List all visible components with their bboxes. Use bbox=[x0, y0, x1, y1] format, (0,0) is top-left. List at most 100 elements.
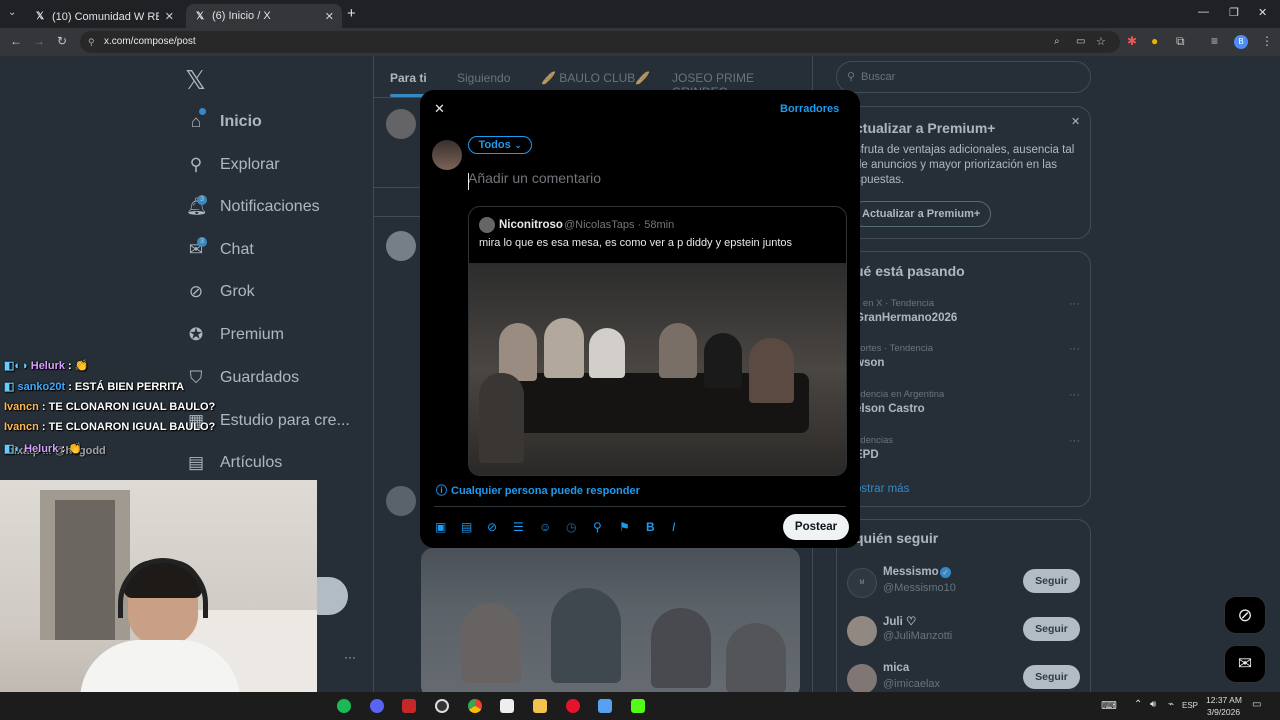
url-text: x.com/compose/post bbox=[104, 36, 196, 47]
headphones bbox=[118, 558, 208, 618]
browser-toolbar: ← → ↻ ⚲ x.com/compose/post ⌕ ▭ ☆ ✱ ● ⧉ ≡… bbox=[0, 28, 1280, 56]
spotify-icon[interactable] bbox=[337, 699, 351, 713]
profile-avatar[interactable]: B bbox=[1234, 35, 1248, 49]
chat-user: Ivancn bbox=[4, 401, 39, 413]
extension-icon[interactable]: ✱ bbox=[1127, 34, 1137, 48]
tab-search-icon[interactable]: ⌄ bbox=[8, 7, 16, 18]
bookmark-star-icon[interactable]: ☆ bbox=[1096, 31, 1106, 53]
notification-center-icon[interactable]: ▭ bbox=[1252, 699, 1261, 710]
new-tab-button[interactable]: + bbox=[347, 5, 356, 22]
compose-modal: ✕ Borradores Todos ⌄ Añadir un comentari… bbox=[420, 90, 860, 548]
webcam-overlay bbox=[0, 480, 317, 720]
person-figure bbox=[659, 323, 697, 378]
chat-user: Ivancn bbox=[4, 421, 39, 433]
app-icon[interactable] bbox=[598, 699, 612, 713]
location-icon[interactable]: ⚲ bbox=[593, 520, 602, 534]
person-figure bbox=[704, 333, 742, 388]
restore-icon[interactable]: ❐ bbox=[1229, 6, 1239, 19]
flag-icon[interactable]: ⚑ bbox=[619, 520, 630, 534]
keyboard-icon[interactable]: ⌨ bbox=[1101, 699, 1117, 712]
browser-tab-bar: ⌄ 𝕏 (10) Comunidad W REALS 🔥 / ✕ 𝕏 (6) I… bbox=[0, 0, 1280, 28]
audience-label: Todos bbox=[478, 139, 511, 151]
italic-icon[interactable]: I bbox=[672, 520, 675, 534]
person-figure bbox=[589, 328, 625, 378]
chrome-icon[interactable] bbox=[468, 699, 482, 713]
site-info-icon[interactable]: ⚲ bbox=[88, 31, 95, 53]
avatar[interactable] bbox=[432, 140, 462, 170]
close-window-icon[interactable]: ✕ bbox=[1258, 6, 1267, 19]
comment-input[interactable]: Añadir un comentario bbox=[468, 170, 838, 194]
forward-icon[interactable]: → bbox=[33, 34, 45, 48]
chat-user: Helurk bbox=[24, 443, 59, 455]
quoted-media-image[interactable] bbox=[469, 263, 846, 475]
grok-float-button[interactable]: ⊘ bbox=[1224, 596, 1266, 634]
reload-icon[interactable]: ↻ bbox=[57, 34, 67, 48]
bold-icon[interactable]: B bbox=[646, 520, 655, 534]
badge-icons: ◧ bbox=[4, 381, 18, 393]
x-logo-icon: 𝕏 bbox=[195, 10, 205, 22]
extension-icon[interactable]: ● bbox=[1151, 34, 1158, 48]
audience-selector[interactable]: Todos ⌄ bbox=[468, 136, 532, 154]
app-icon[interactable] bbox=[402, 699, 416, 713]
media-icon[interactable]: ≡ bbox=[1211, 34, 1218, 48]
chat-user: Helurk bbox=[30, 360, 65, 372]
zoom-icon[interactable]: ⌕ bbox=[1054, 31, 1060, 53]
volume-icon[interactable]: 🔊︎ bbox=[1150, 699, 1156, 710]
kick-icon[interactable] bbox=[631, 699, 645, 713]
app-icon[interactable] bbox=[500, 699, 514, 713]
file-explorer-icon[interactable] bbox=[533, 699, 547, 713]
chat-user: sanko20t bbox=[17, 381, 66, 393]
comment-placeholder: Añadir un comentario bbox=[468, 170, 602, 186]
clock-date[interactable]: 3/9/2026 bbox=[1207, 707, 1240, 717]
emoji-icon[interactable]: ☺ bbox=[539, 520, 551, 534]
post-button[interactable]: Postear bbox=[783, 514, 849, 540]
person-figure bbox=[479, 373, 524, 463]
tab-close-icon[interactable]: ✕ bbox=[165, 10, 174, 23]
reply-setting[interactable]: ⓘ Cualquier persona puede responder bbox=[436, 482, 640, 498]
tab-label: (6) Inicio / X bbox=[212, 10, 271, 22]
chat-message: ◧ sanko20t : ESTÁ BIEN PERRITA bbox=[4, 380, 184, 393]
globe-icon: ⓘ bbox=[436, 485, 447, 497]
chat-message: ◧◐ Helurk : 👏 bbox=[4, 442, 82, 455]
grok-icon[interactable]: ⊘ bbox=[487, 520, 497, 534]
tab-label: (10) Comunidad W REALS 🔥 / bbox=[52, 10, 159, 23]
chat-text: : ESTÁ BIEN PERRITA bbox=[65, 381, 185, 393]
poll-icon[interactable]: ☰ bbox=[513, 520, 524, 534]
close-icon[interactable]: ✕ bbox=[434, 101, 445, 117]
person-figure bbox=[544, 318, 584, 378]
tab-comunidad[interactable]: 𝕏 (10) Comunidad W REALS 🔥 / ✕ bbox=[26, 4, 182, 28]
minimize-icon[interactable]: — bbox=[1198, 6, 1209, 18]
back-icon[interactable]: ← bbox=[10, 34, 22, 48]
tray-chevron-icon[interactable]: ⌃ bbox=[1134, 699, 1142, 710]
obs-icon[interactable] bbox=[435, 699, 449, 713]
cast-icon[interactable]: ▭ bbox=[1076, 31, 1085, 53]
quoted-text: mira lo que es esa mesa, es como ver a p… bbox=[479, 237, 793, 249]
puzzle-icon[interactable]: ⧉ bbox=[1176, 34, 1185, 49]
tab-close-icon[interactable]: ✕ bbox=[325, 10, 334, 23]
media-icon[interactable]: ▣ bbox=[435, 520, 446, 534]
quoted-author: Niconitroso bbox=[499, 219, 563, 231]
door-frame bbox=[55, 500, 115, 640]
windows-taskbar: ⌨ ⌃ 🔊︎ ⌁ ESP 12:37 AM 3/9/2026 ▭ bbox=[0, 692, 1280, 720]
discord-icon[interactable] bbox=[370, 699, 384, 713]
opera-icon[interactable] bbox=[566, 699, 580, 713]
drafts-link[interactable]: Borradores bbox=[780, 103, 839, 115]
input-language[interactable]: ESP bbox=[1182, 701, 1198, 710]
chat-message: Ivancn : TE CLONARON IGUAL BAULO? bbox=[4, 401, 215, 413]
address-bar[interactable]: ⚲ x.com/compose/post ⌕ ▭ ☆ bbox=[80, 31, 1120, 53]
chat-text: : 👏 bbox=[65, 360, 89, 372]
tab-inicio[interactable]: 𝕏 (6) Inicio / X ✕ bbox=[186, 4, 342, 28]
menu-icon[interactable]: ⋮ bbox=[1261, 34, 1273, 48]
chat-text: : TE CLONARON IGUAL BAULO? bbox=[38, 401, 216, 413]
chat-text: : 👏 bbox=[58, 443, 82, 455]
chevron-down-icon: ⌄ bbox=[514, 140, 522, 150]
gif-icon[interactable]: ▤ bbox=[461, 520, 472, 534]
clock-time[interactable]: 12:37 AM bbox=[1206, 695, 1242, 705]
messages-float-button[interactable]: ✉ bbox=[1224, 645, 1266, 683]
chat-message: Ivancn : TE CLONARON IGUAL BAULO? bbox=[4, 421, 215, 433]
text-cursor bbox=[468, 173, 469, 190]
schedule-icon[interactable]: ◷ bbox=[566, 520, 576, 534]
network-icon[interactable]: ⌁ bbox=[1168, 699, 1174, 710]
person-figure bbox=[749, 338, 794, 403]
quoted-post[interactable]: Niconitroso @NicolasTaps · 58min mira lo… bbox=[468, 206, 847, 476]
